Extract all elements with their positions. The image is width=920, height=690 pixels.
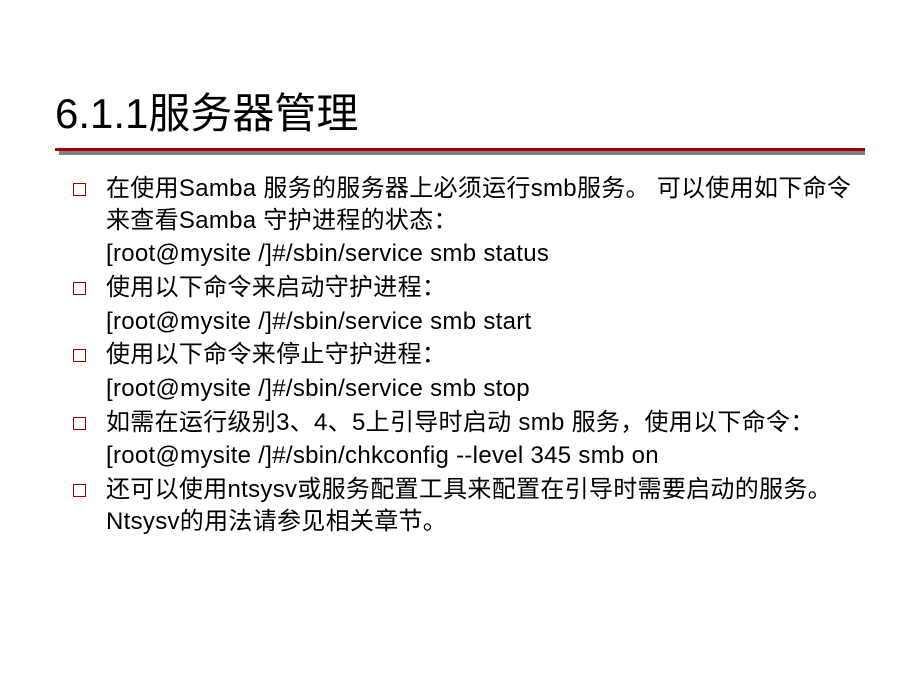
- bullet-item: 使用以下命令来停止守护进程：: [73, 339, 865, 371]
- bullet-text: 在使用Samba 服务的服务器上必须运行smb服务。 可以使用如下命令来查看Sa…: [106, 173, 865, 236]
- bullet-marker-icon: [73, 349, 86, 362]
- command-line: [root@mysite /]#/sbin/service smb stop: [106, 373, 865, 405]
- slide-title: 6.1.1服务器管理: [55, 80, 865, 141]
- bullet-marker-icon: [73, 484, 86, 497]
- bullet-text: 还可以使用ntsysv或服务配置工具来配置在引导时需要启动的服务。Ntsysv的…: [106, 474, 865, 537]
- command-line: [root@mysite /]#/sbin/chkconfig --level …: [106, 440, 865, 472]
- content-area: 在使用Samba 服务的服务器上必须运行smb服务。 可以使用如下命令来查看Sa…: [55, 173, 865, 537]
- command-line: [root@mysite /]#/sbin/service smb start: [106, 306, 865, 338]
- title-underline-shadow: [59, 151, 865, 155]
- bullet-text: 使用以下命令来启动守护进程：: [106, 272, 446, 304]
- bullet-marker-icon: [73, 282, 86, 295]
- bullet-item: 如需在运行级别3、4、5上引导时启动 smb 服务，使用以下命令：: [73, 407, 865, 439]
- bullet-marker-icon: [73, 183, 86, 196]
- bullet-text: 使用以下命令来停止守护进程：: [106, 339, 446, 371]
- title-underline: [55, 148, 865, 152]
- bullet-item: 在使用Samba 服务的服务器上必须运行smb服务。 可以使用如下命令来查看Sa…: [73, 173, 865, 236]
- bullet-item: 还可以使用ntsysv或服务配置工具来配置在引导时需要启动的服务。Ntsysv的…: [73, 474, 865, 537]
- bullet-text: 如需在运行级别3、4、5上引导时启动 smb 服务，使用以下命令：: [106, 407, 815, 439]
- bullet-marker-icon: [73, 417, 86, 430]
- slide-container: 6.1.1服务器管理 在使用Samba 服务的服务器上必须运行smb服务。 可以…: [0, 0, 920, 690]
- bullet-item: 使用以下命令来启动守护进程：: [73, 272, 865, 304]
- command-line: [root@mysite /]#/sbin/service smb status: [106, 238, 865, 270]
